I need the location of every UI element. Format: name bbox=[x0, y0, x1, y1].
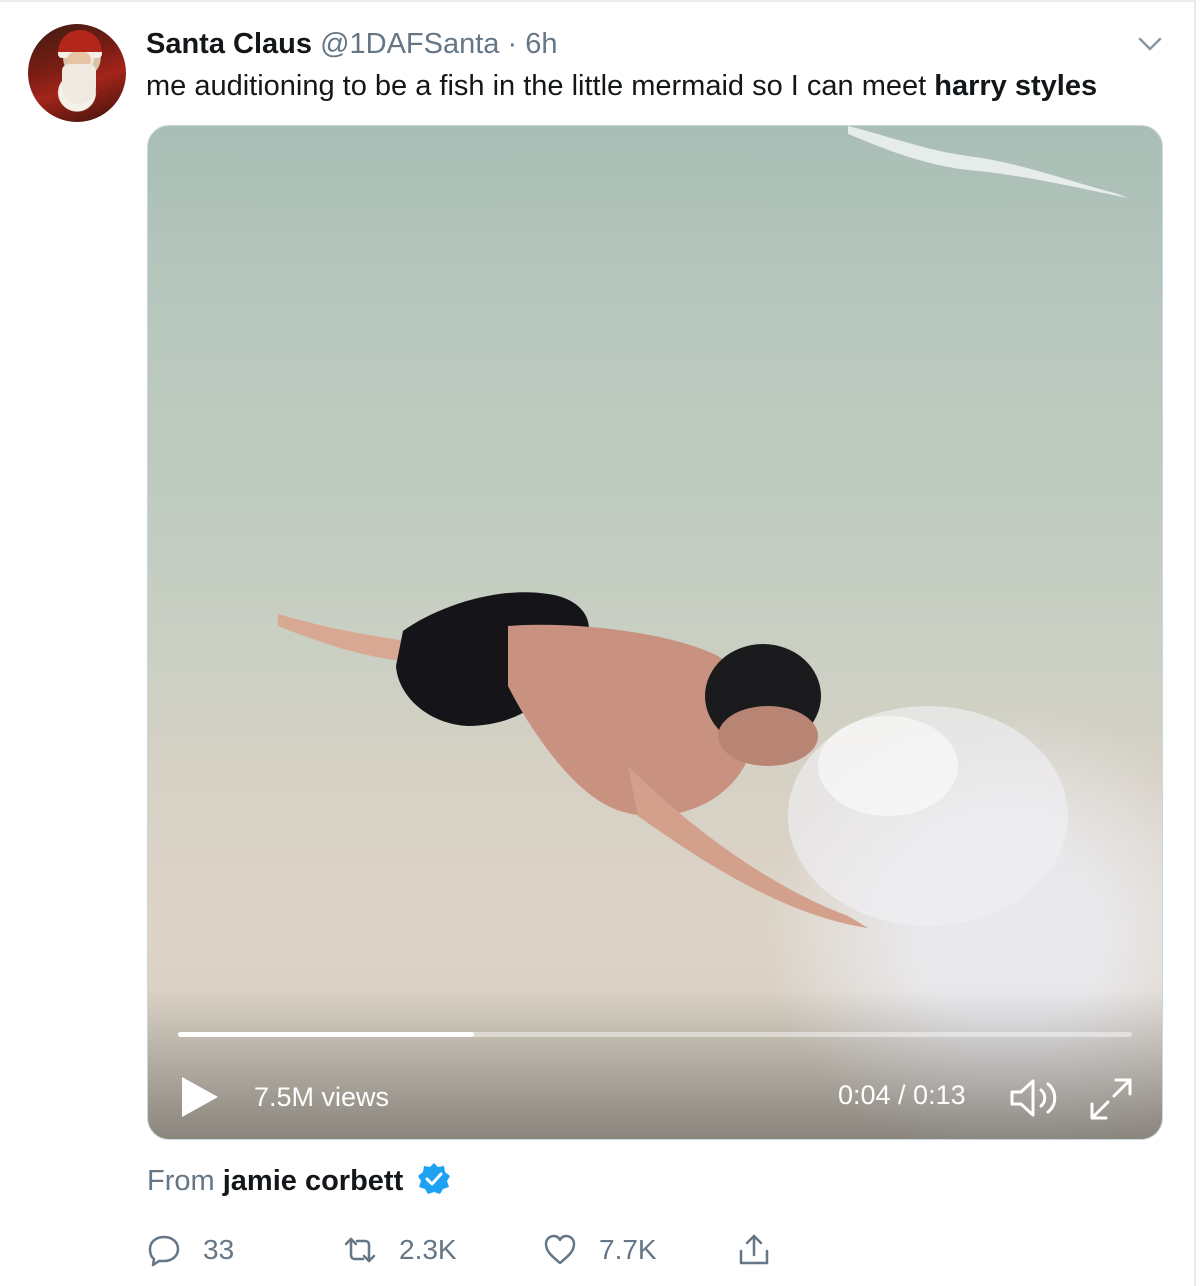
share-button[interactable] bbox=[737, 1228, 793, 1272]
retweet-count: 2.3K bbox=[399, 1234, 457, 1265]
video-progress-fill bbox=[178, 1032, 474, 1037]
video-frame-swimmer bbox=[278, 592, 1068, 928]
tweet-text-bold: harry styles bbox=[934, 70, 1098, 102]
avatar-beard bbox=[62, 64, 96, 104]
retweet-icon bbox=[344, 1237, 376, 1263]
play-icon[interactable] bbox=[178, 1074, 222, 1120]
retweet-button[interactable]: 2.3K bbox=[343, 1228, 457, 1272]
reply-icon bbox=[148, 1235, 180, 1267]
user-handle[interactable]: @1DAFSanta bbox=[320, 28, 499, 60]
tweet-header: Santa Claus @1DAFSanta · 6h bbox=[146, 26, 557, 62]
video-attribution: From jamie corbett bbox=[147, 1162, 451, 1200]
tweet-timestamp[interactable]: 6h bbox=[525, 28, 557, 60]
like-count: 7.7K bbox=[599, 1234, 657, 1265]
view-count: 7.5M views bbox=[254, 1082, 390, 1112]
attribution-author-link[interactable]: jamie corbett bbox=[223, 1165, 404, 1197]
like-button[interactable]: 7.7K bbox=[543, 1228, 657, 1272]
verified-badge-icon bbox=[418, 1163, 451, 1194]
reply-button[interactable]: 33 bbox=[147, 1228, 234, 1272]
volume-icon[interactable] bbox=[1008, 1076, 1064, 1120]
tweet-text: me auditioning to be a fish in the littl… bbox=[146, 68, 1097, 104]
share-icon bbox=[739, 1234, 769, 1265]
video-player[interactable]: 7.5M views 0:04 / 0:13 bbox=[147, 125, 1163, 1140]
reply-count: 33 bbox=[203, 1234, 235, 1265]
tweet-card[interactable]: Santa Claus @1DAFSanta · 6h me auditioni… bbox=[0, 0, 1196, 1286]
attribution-prefix: From bbox=[147, 1165, 215, 1197]
separator-dot: · bbox=[507, 28, 518, 60]
fullscreen-icon[interactable] bbox=[1088, 1076, 1134, 1122]
santa-avatar[interactable] bbox=[28, 24, 126, 122]
chevron-down-icon[interactable] bbox=[1136, 32, 1164, 56]
video-timecode: 0:04 / 0:13 bbox=[838, 1080, 966, 1110]
heart-icon bbox=[544, 1234, 576, 1265]
tweet-text-plain: me auditioning to be a fish in the littl… bbox=[146, 70, 935, 102]
video-progress-bar[interactable] bbox=[178, 1032, 1132, 1037]
display-name[interactable]: Santa Claus bbox=[146, 28, 312, 60]
